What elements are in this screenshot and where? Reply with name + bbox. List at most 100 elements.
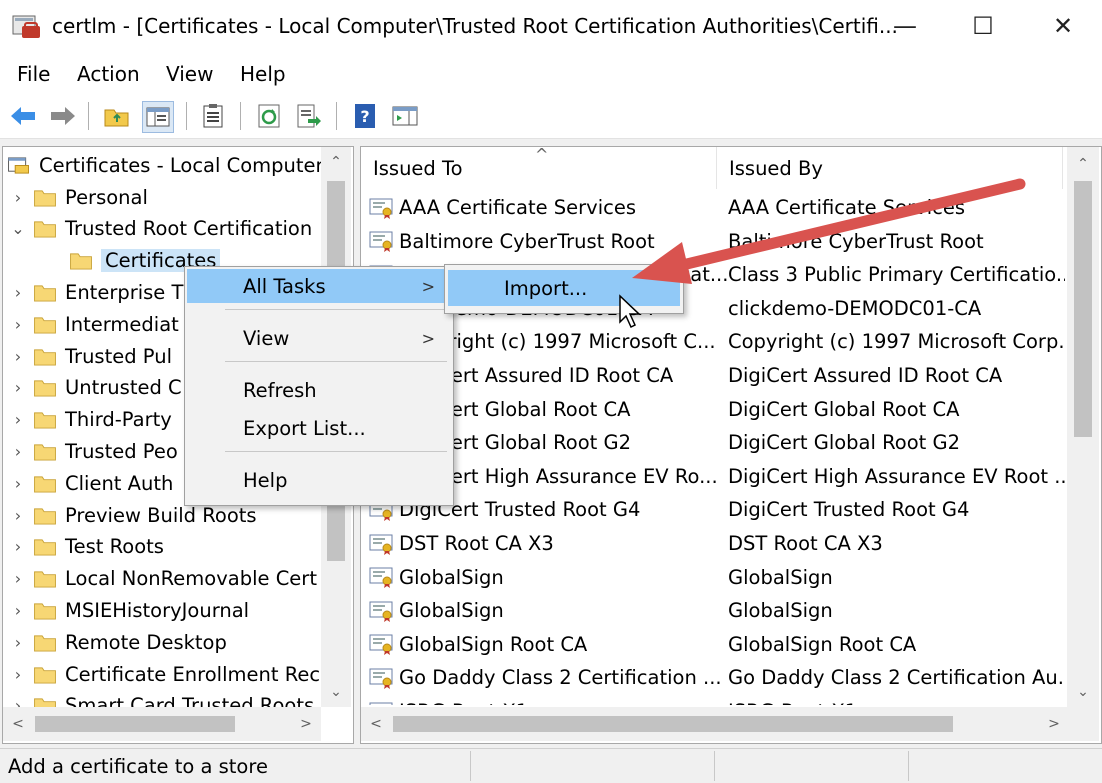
scroll-right-icon[interactable]: > — [293, 711, 319, 737]
tree-item[interactable]: ⌄ Trusted Root Certification — [3, 214, 312, 244]
expand-down-icon[interactable]: ⌄ — [3, 219, 33, 238]
tree-item[interactable]: › MSIEHistoryJournal — [3, 595, 249, 625]
status-divider — [714, 751, 715, 781]
maximize-button[interactable]: ☐ — [958, 8, 1008, 44]
action-pane-icon[interactable] — [390, 101, 420, 131]
forward-icon[interactable] — [48, 101, 78, 131]
tree-item[interactable]: › Test Roots — [3, 532, 164, 562]
status-bar: Add a certificate to a store — [0, 748, 1102, 783]
tree-horizontal-scrollbar[interactable]: < > — [3, 707, 321, 741]
tree-item[interactable]: › Certificate Enrollment Rec — [3, 659, 320, 689]
folder-icon — [34, 666, 56, 684]
menu-view[interactable]: View — [166, 62, 213, 86]
table-row[interactable]: DigiCert Global Root G2 DigiCert Global R… — [369, 426, 1065, 459]
show-hide-tree-icon[interactable] — [142, 101, 174, 133]
expand-right-icon[interactable]: › — [3, 537, 33, 556]
issued-by-cell: ISRG Root X1 — [728, 700, 857, 705]
list-scroll-left-icon[interactable]: < — [363, 711, 389, 737]
list-scroll-up-icon[interactable]: ⌃ — [1067, 151, 1099, 177]
expand-right-icon[interactable]: › — [3, 665, 33, 684]
scroll-left-icon[interactable]: < — [5, 711, 31, 737]
up-folder-icon[interactable] — [102, 101, 132, 131]
tree-item[interactable]: › Trusted Peo — [3, 436, 178, 466]
issued-by-cell: DigiCert Global Root CA — [728, 397, 960, 421]
help-icon[interactable]: ? — [350, 101, 380, 131]
menu-file[interactable]: File — [17, 62, 50, 86]
tree-item-label: Trusted Peo — [65, 439, 178, 463]
export-list-icon[interactable] — [294, 101, 324, 131]
certificate-icon — [369, 534, 393, 555]
list-vertical-scrollbar[interactable]: ⌃ ⌄ — [1067, 147, 1099, 707]
table-row[interactable]: GlobalSign Root CA GlobalSign Root CA — [369, 628, 1065, 661]
expand-right-icon[interactable]: › — [3, 506, 33, 525]
tree-hscroll-thumb[interactable] — [35, 716, 235, 732]
list-hscroll-thumb[interactable] — [393, 716, 953, 732]
scroll-down-icon[interactable]: ⌄ — [321, 679, 351, 705]
back-icon[interactable] — [8, 101, 38, 131]
list-scroll-down-icon[interactable]: ⌄ — [1067, 679, 1099, 705]
table-row[interactable]: DigiCert Trusted Root G4 DigiCert Trusted… — [369, 493, 1065, 526]
tree-item[interactable]: › Trusted Pul — [3, 341, 172, 371]
tree-item-label: Local NonRemovable Cert — [65, 567, 317, 591]
issued-to-text: GlobalSign — [399, 565, 504, 589]
ctx-view[interactable]: View > — [187, 321, 451, 355]
tree-item-label: Trusted Root Certification — [65, 217, 313, 241]
certificate-icon — [369, 668, 393, 689]
issued-by-cell: GlobalSign — [728, 565, 833, 589]
table-row[interactable]: DigiCert Global Root CA DigiCert Global R… — [369, 393, 1065, 426]
menu-help[interactable]: Help — [240, 62, 286, 86]
submenu-arrow-icon: > — [421, 328, 435, 348]
table-row[interactable]: DigiCert High Assurance EV Ro... DigiCert… — [369, 460, 1065, 493]
issued-to-text: GlobalSign — [399, 599, 504, 623]
tree-item[interactable]: › Remote Desktop — [3, 627, 227, 657]
expand-right-icon[interactable]: › — [3, 569, 33, 588]
table-row[interactable]: Go Daddy Class 2 Certification ... Go Dad… — [369, 661, 1065, 694]
tree-item[interactable]: › Client Auth — [3, 468, 174, 498]
properties-icon[interactable] — [198, 101, 228, 131]
refresh-icon[interactable] — [254, 101, 284, 131]
table-row[interactable]: ISRG Root X1 ISRG Root X1 — [369, 695, 1065, 705]
list-scroll-thumb[interactable] — [1074, 181, 1092, 437]
tree-item[interactable]: › Untrusted C — [3, 373, 182, 403]
ctx-help[interactable]: Help — [187, 463, 451, 497]
issued-to-text: ISRG Root X1 — [399, 700, 528, 705]
scroll-up-icon[interactable]: ⌃ — [321, 149, 351, 175]
issued-to-cell: AAA Certificate Services — [369, 196, 636, 219]
table-row[interactable]: Copyright (c) 1997 Microsoft C... Copyrig… — [369, 325, 1065, 358]
tree-item[interactable]: › Local NonRemovable Cert — [3, 564, 317, 594]
expand-right-icon[interactable]: › — [3, 442, 33, 461]
ctx-refresh[interactable]: Refresh — [187, 373, 451, 407]
expand-right-icon[interactable]: › — [3, 283, 33, 302]
table-row[interactable]: GlobalSign GlobalSign — [369, 561, 1065, 594]
list-horizontal-scrollbar[interactable]: < > — [361, 707, 1099, 741]
list-scroll-right-icon[interactable]: > — [1041, 711, 1067, 737]
svg-text:?: ? — [360, 107, 369, 126]
tree-item[interactable]: › Intermediat — [3, 309, 179, 339]
expand-right-icon[interactable]: › — [3, 347, 33, 366]
close-button[interactable]: ✕ — [1038, 8, 1088, 44]
expand-right-icon[interactable]: › — [3, 315, 33, 334]
ctx-export-list[interactable]: Export List... — [187, 411, 451, 445]
menu-action[interactable]: Action — [77, 62, 140, 86]
tree-root[interactable]: Certificates - Local Computer — [7, 150, 324, 180]
expand-right-icon[interactable]: › — [3, 474, 33, 493]
expand-right-icon[interactable]: › — [3, 378, 33, 397]
minimize-button[interactable]: — — [880, 8, 930, 44]
issued-by-cell: GlobalSign — [728, 599, 833, 623]
menu-bar: File Action View Help — [0, 52, 1102, 94]
expand-right-icon[interactable]: › — [3, 410, 33, 429]
issued-to-cell: ISRG Root X1 — [369, 700, 528, 705]
expand-right-icon[interactable]: › — [3, 188, 33, 207]
ctx-view-label: View — [243, 326, 290, 350]
table-row[interactable]: GlobalSign GlobalSign — [369, 594, 1065, 627]
tree-item[interactable]: › Enterprise T — [3, 277, 184, 307]
ctx-all-tasks[interactable]: All Tasks > — [187, 269, 451, 303]
tree-item[interactable]: › Third-Party — [3, 405, 172, 435]
tree-item[interactable]: › Personal — [3, 182, 148, 212]
certificate-icon — [369, 634, 393, 656]
expand-right-icon[interactable]: › — [3, 633, 33, 652]
expand-right-icon[interactable]: › — [3, 601, 33, 620]
tree-item-label: Untrusted C — [65, 376, 182, 400]
table-row[interactable]: DST Root CA X3 DST Root CA X3 — [369, 527, 1065, 560]
table-row[interactable]: DigiCert Assured ID Root CA DigiCert Assu… — [369, 359, 1065, 392]
